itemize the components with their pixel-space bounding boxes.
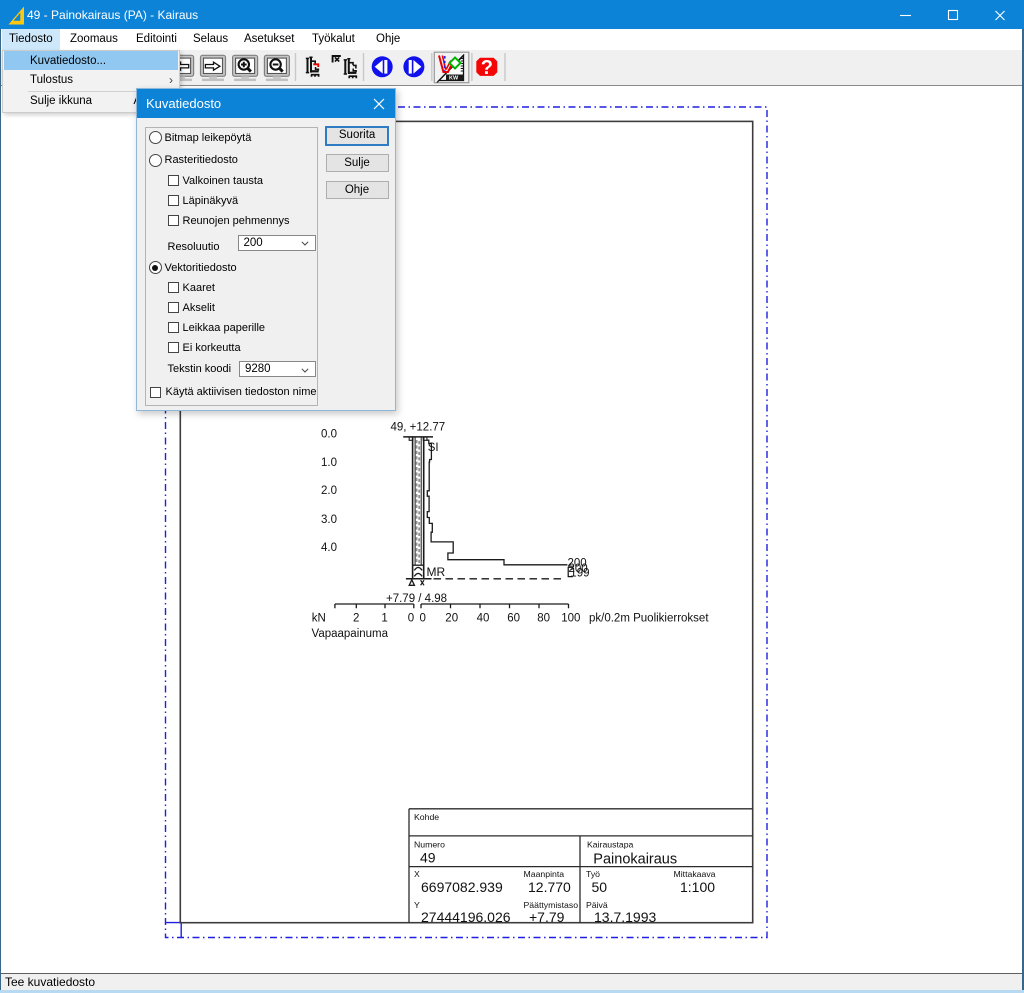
svg-text:+7.79: +7.79 xyxy=(529,909,565,925)
svg-text:Numero: Numero xyxy=(414,839,445,849)
svg-text:12.770: 12.770 xyxy=(528,879,571,895)
svg-text:Kairaustapa: Kairaustapa xyxy=(587,839,634,849)
svg-text:MR: MR xyxy=(427,565,446,579)
svg-text:2.0: 2.0 xyxy=(321,485,337,497)
svg-text:kN: kN xyxy=(312,613,326,625)
svg-text:SI: SI xyxy=(428,442,439,454)
svg-text:40: 40 xyxy=(477,613,490,625)
svg-text:Kohde: Kohde xyxy=(414,812,439,822)
svg-text:60: 60 xyxy=(507,613,520,625)
svg-text:49, +12.77: 49, +12.77 xyxy=(391,422,446,434)
svg-text:1: 1 xyxy=(381,613,387,625)
svg-text:4.0: 4.0 xyxy=(321,542,337,554)
svg-text:100: 100 xyxy=(561,613,580,625)
svg-text:49: 49 xyxy=(420,850,436,866)
svg-text:27444196.026: 27444196.026 xyxy=(421,909,511,925)
svg-text:3.0: 3.0 xyxy=(321,514,337,526)
svg-text:6697082.939: 6697082.939 xyxy=(421,879,503,895)
svg-text:Vapaapainuma: Vapaapainuma xyxy=(312,628,389,640)
svg-text:0: 0 xyxy=(419,613,425,625)
svg-text:X: X xyxy=(414,869,420,879)
svg-text:20: 20 xyxy=(445,613,458,625)
svg-text:80: 80 xyxy=(537,613,550,625)
svg-text:+7.79 / 4.98: +7.79 / 4.98 xyxy=(386,593,447,605)
svg-text:pk/0.2m Puolikierrokset: pk/0.2m Puolikierrokset xyxy=(589,613,709,625)
svg-text:KW: KW xyxy=(449,76,459,82)
svg-text:199: 199 xyxy=(570,568,589,580)
svg-text:Mittakaava: Mittakaava xyxy=(674,869,716,879)
svg-text:0: 0 xyxy=(408,613,414,625)
svg-text:Painokairaus: Painokairaus xyxy=(593,852,677,868)
svg-text:Y: Y xyxy=(414,900,420,910)
svg-text:0.0: 0.0 xyxy=(321,429,337,441)
svg-text:2: 2 xyxy=(353,613,359,625)
svg-text:?: ? xyxy=(481,57,493,79)
svg-text:Työ: Työ xyxy=(586,869,600,879)
svg-text:50: 50 xyxy=(592,879,608,895)
svg-text:Maanpinta: Maanpinta xyxy=(524,869,565,879)
svg-text:1.0: 1.0 xyxy=(321,457,337,469)
svg-text:1:100: 1:100 xyxy=(680,879,715,895)
svg-text:13.7.1993: 13.7.1993 xyxy=(594,909,656,925)
